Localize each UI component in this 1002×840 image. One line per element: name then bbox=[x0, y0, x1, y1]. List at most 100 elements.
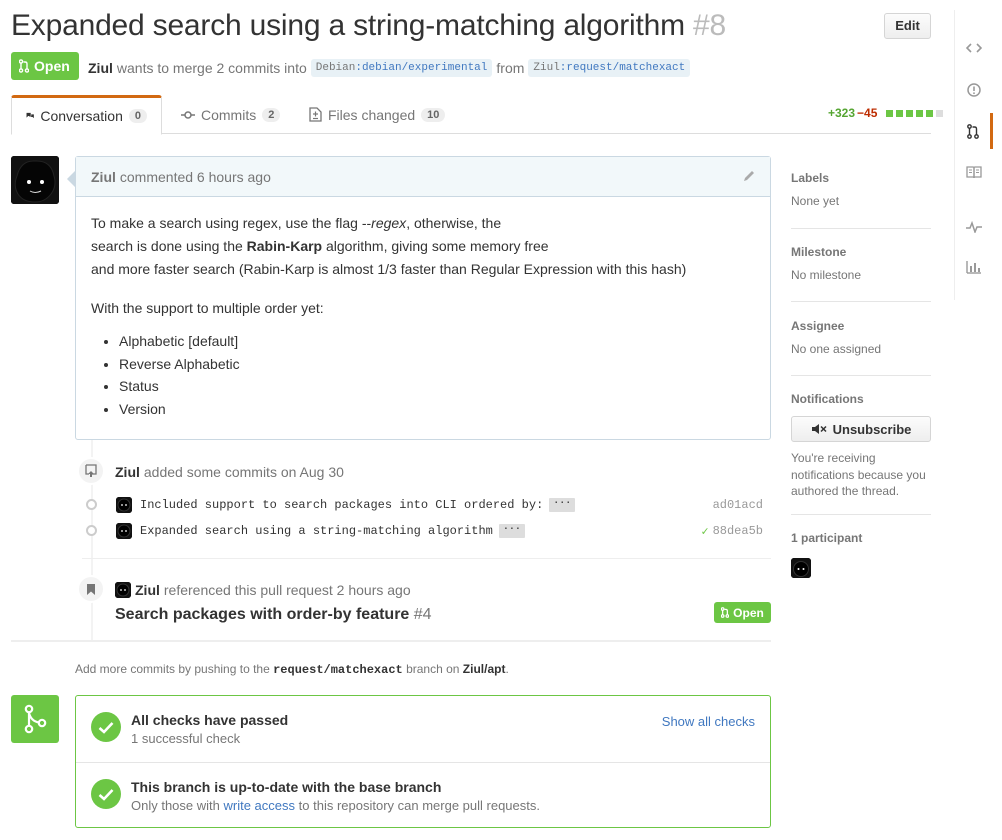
bookmark-icon bbox=[77, 575, 105, 603]
list-item: Version bbox=[119, 398, 755, 421]
comment-author[interactable]: Ziul bbox=[91, 169, 116, 185]
diffstat-block bbox=[926, 109, 934, 117]
pull-request-icon bbox=[19, 59, 29, 73]
page-title: Expanded search using a string-matching … bbox=[11, 9, 726, 43]
author-link[interactable]: Ziul bbox=[88, 60, 113, 76]
list-item: Status bbox=[119, 375, 755, 398]
list-item: Reverse Alphabetic bbox=[119, 353, 755, 376]
divider bbox=[791, 375, 931, 376]
reference-event: Ziul referenced this pull request 2 hour… bbox=[115, 582, 411, 598]
issue-icon[interactable] bbox=[955, 72, 993, 108]
checks-title: All checks have passed bbox=[131, 712, 289, 728]
code-icon[interactable] bbox=[955, 30, 993, 66]
labels-heading: Labels bbox=[791, 171, 830, 185]
diffstat-block bbox=[896, 109, 904, 117]
sidebar-participants: 1 participant bbox=[791, 531, 931, 545]
list-item: Alphabetic [default] bbox=[119, 330, 755, 353]
tab-commits[interactable]: Commits 2 bbox=[167, 95, 294, 134]
diffstat-block bbox=[906, 109, 914, 117]
repo-name[interactable]: Ziul/apt bbox=[463, 662, 506, 676]
branch-status-row: This branch is up-to-date with the base … bbox=[76, 762, 770, 828]
notification-reason: You're receiving notifications because y… bbox=[791, 451, 926, 498]
commit-sha[interactable]: ad01acd bbox=[713, 498, 763, 512]
head-branch[interactable]: Ziul:request/matchexact bbox=[528, 59, 691, 77]
sidebar-assignee[interactable]: Assignee No one assigned bbox=[791, 319, 931, 356]
conversation-count: 0 bbox=[128, 109, 147, 123]
diffstat: +323 −45 bbox=[828, 106, 944, 120]
referenced-state-badge: Open bbox=[714, 602, 771, 623]
branch-name: request/matchexact bbox=[273, 663, 403, 677]
push-hint: Add more commits by pushing to the reque… bbox=[75, 662, 509, 677]
expand-ellipsis-button[interactable]: ··· bbox=[498, 524, 525, 538]
avatar[interactable] bbox=[11, 156, 59, 204]
sidebar-labels[interactable]: Labels None yet bbox=[791, 171, 931, 208]
from-text: from bbox=[496, 60, 525, 76]
state-badge: Open bbox=[11, 52, 79, 80]
timeline-end-divider bbox=[11, 640, 771, 642]
checks-row: All checks have passed 1 successful chec… bbox=[76, 696, 770, 762]
avatar bbox=[116, 497, 132, 513]
repo-push-icon bbox=[77, 457, 105, 485]
comment-line: search is done using the Rabin-Karp algo… bbox=[91, 238, 549, 254]
comment-line: and more faster search (Rabin-Karp is al… bbox=[91, 261, 687, 277]
check-icon bbox=[91, 712, 121, 742]
pencil-icon[interactable] bbox=[742, 169, 756, 186]
pull-request-icon[interactable] bbox=[955, 113, 993, 149]
pr-tabs: Conversation 0 Commits 2 Files changed 1… bbox=[11, 95, 931, 135]
state-label: Open bbox=[34, 58, 70, 74]
commit-row[interactable]: Included support to search packages into… bbox=[82, 492, 771, 518]
milestone-value: No milestone bbox=[791, 268, 862, 282]
event-author[interactable]: Ziul bbox=[115, 464, 140, 480]
comment-body: To make a search using regex, use the fl… bbox=[76, 197, 770, 435]
mute-icon bbox=[811, 424, 827, 434]
branch-status-subtitle: Only those with write access to this rep… bbox=[131, 798, 540, 813]
diffstat-block bbox=[886, 109, 894, 117]
unsubscribe-button[interactable]: Unsubscribe bbox=[791, 416, 931, 442]
event-text: added some commits on Aug 30 bbox=[143, 464, 344, 480]
git-merge-icon bbox=[11, 695, 59, 743]
expand-ellipsis-button[interactable]: ··· bbox=[549, 498, 576, 512]
show-all-checks-link[interactable]: Show all checks bbox=[662, 714, 755, 729]
pull-request-icon bbox=[721, 607, 730, 618]
write-access-link[interactable]: write access bbox=[224, 798, 296, 813]
file-diff-icon bbox=[309, 107, 322, 122]
pr-meta: Ziul wants to merge 2 commits into Debia… bbox=[88, 59, 691, 77]
divider bbox=[791, 301, 931, 302]
diffstat-block bbox=[916, 109, 924, 117]
pulse-icon[interactable] bbox=[955, 209, 993, 245]
comment-line: With the support to multiple order yet: bbox=[91, 300, 324, 316]
base-branch[interactable]: Debian:debian/experimental bbox=[310, 59, 493, 77]
referenced-pr-link[interactable]: Search packages with order-by feature #4 bbox=[115, 606, 432, 624]
commits-event: Ziul added some commits on Aug 30 bbox=[115, 464, 344, 480]
edit-button[interactable]: Edit bbox=[884, 13, 931, 39]
check-icon bbox=[91, 779, 121, 809]
commit-sha[interactable]: ✓ 88dea5b bbox=[701, 524, 763, 539]
sidebar-milestone[interactable]: Milestone No milestone bbox=[791, 245, 931, 282]
sidebar-notifications: Notifications bbox=[791, 392, 931, 406]
comment-arrow bbox=[67, 171, 75, 187]
tab-files-changed[interactable]: Files changed 10 bbox=[295, 95, 459, 134]
comment-timestamp: commented 6 hours ago bbox=[119, 168, 271, 185]
comment: Ziul commented 6 hours ago To make a sea… bbox=[75, 156, 771, 440]
commit-message[interactable]: Expanded search using a string-matching … bbox=[140, 524, 525, 538]
pr-number: #8 bbox=[693, 9, 727, 42]
event-text: referenced this pull request 2 hours ago bbox=[163, 582, 411, 598]
pr-title-text: Expanded search using a string-matching … bbox=[11, 9, 685, 42]
tab-conversation[interactable]: Conversation 0 bbox=[11, 95, 162, 135]
event-author[interactable]: Ziul bbox=[135, 582, 160, 598]
graphs-icon[interactable] bbox=[955, 249, 993, 285]
wiki-icon[interactable] bbox=[955, 154, 993, 190]
files-count: 10 bbox=[421, 107, 446, 122]
comment-discussion-icon bbox=[26, 112, 34, 119]
divider bbox=[791, 228, 931, 229]
commit-icon bbox=[181, 110, 195, 119]
order-list: Alphabetic [default] Reverse Alphabetic … bbox=[91, 330, 755, 420]
participant-avatar[interactable] bbox=[791, 558, 811, 578]
milestone-heading: Milestone bbox=[791, 245, 847, 259]
commit-dot bbox=[86, 525, 97, 536]
commit-message[interactable]: Included support to search packages into… bbox=[140, 498, 576, 512]
comment-header: Ziul commented 6 hours ago bbox=[76, 157, 770, 197]
diffstat-block bbox=[936, 109, 944, 117]
labels-value: None yet bbox=[791, 194, 840, 208]
commit-row[interactable]: Expanded search using a string-matching … bbox=[82, 518, 771, 544]
